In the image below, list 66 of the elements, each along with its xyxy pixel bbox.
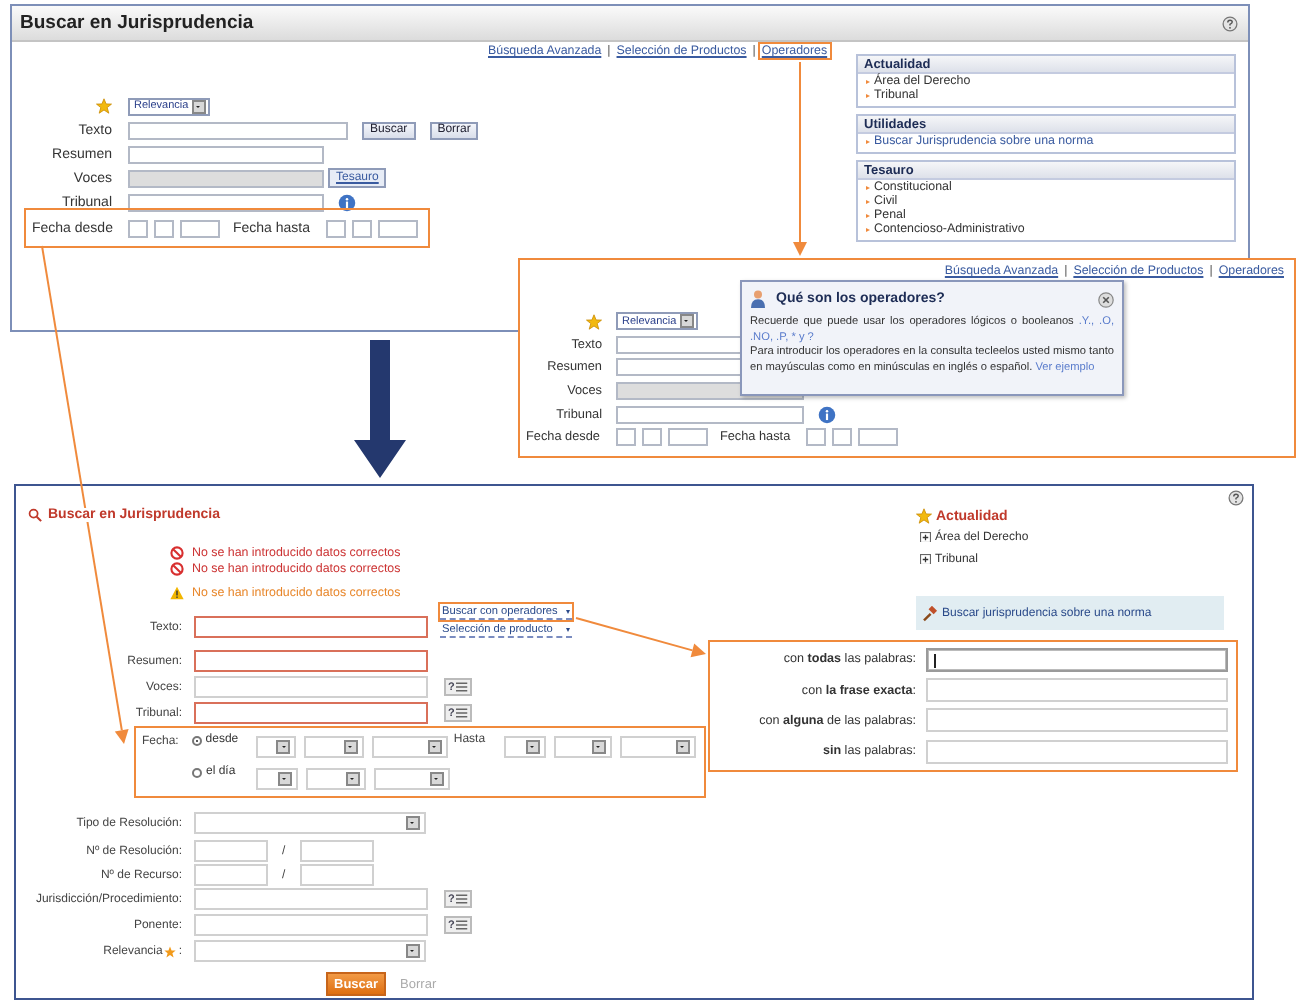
date-field[interactable] <box>128 219 149 237</box>
star-icon <box>586 313 602 330</box>
date-field[interactable] <box>832 428 853 447</box>
dropdown-field[interactable] <box>553 735 613 757</box>
text-field[interactable] <box>299 864 374 886</box>
expand-icon[interactable] <box>920 553 931 565</box>
date-field[interactable] <box>154 219 175 237</box>
text-field[interactable] <box>194 676 428 698</box>
text-field[interactable] <box>194 888 428 910</box>
text-field[interactable] <box>926 678 1228 703</box>
warning-icon <box>170 585 184 599</box>
date-field[interactable] <box>326 219 347 237</box>
text-cursor <box>934 653 936 668</box>
expand-icon[interactable] <box>920 531 931 543</box>
date-field[interactable] <box>352 219 373 237</box>
text-field[interactable] <box>128 169 324 187</box>
caret-icon <box>566 609 570 613</box>
radio-button[interactable] <box>192 767 202 777</box>
star-icon <box>96 98 112 114</box>
caret-icon <box>566 627 570 631</box>
text-field[interactable] <box>128 145 324 163</box>
text-field[interactable] <box>194 616 428 638</box>
dropdown-field[interactable] <box>374 767 450 789</box>
date-field[interactable] <box>667 428 708 447</box>
info-icon[interactable] <box>818 405 836 424</box>
text-field[interactable] <box>194 864 268 886</box>
text-field[interactable] <box>616 405 804 424</box>
dropdown-field[interactable] <box>255 735 297 757</box>
dropdown-field[interactable] <box>620 735 697 757</box>
text-field[interactable] <box>194 914 428 936</box>
dropdown-field[interactable] <box>306 767 366 789</box>
text-field[interactable] <box>926 739 1228 764</box>
text-field[interactable] <box>926 708 1228 733</box>
text-field[interactable] <box>926 647 1228 672</box>
star-icon <box>916 508 932 524</box>
dropdown-field[interactable] <box>503 735 546 757</box>
date-field[interactable] <box>858 428 899 447</box>
list-icon <box>456 894 468 904</box>
dropdown-field[interactable] <box>256 767 298 789</box>
text-field[interactable] <box>299 840 374 862</box>
text-field[interactable] <box>194 650 428 672</box>
help-icon[interactable] <box>1222 15 1238 31</box>
date-field[interactable] <box>180 219 221 237</box>
text-field[interactable] <box>128 121 348 139</box>
dropdown-field[interactable] <box>194 940 426 962</box>
list-icon <box>456 920 468 930</box>
list-icon <box>456 682 468 692</box>
window-title: Buscar en Jurisprudencia <box>20 12 254 34</box>
gavel-icon <box>922 605 938 621</box>
date-field[interactable] <box>615 428 636 447</box>
text-field[interactable] <box>194 702 428 724</box>
close-icon[interactable] <box>1098 291 1114 307</box>
date-field[interactable] <box>641 428 662 447</box>
dropdown-field[interactable] <box>372 735 448 757</box>
list-icon <box>456 708 468 718</box>
date-field[interactable] <box>806 428 827 447</box>
text-field[interactable] <box>194 840 268 862</box>
search-icon <box>28 508 42 522</box>
date-field[interactable] <box>378 219 419 237</box>
dropdown-field[interactable] <box>194 812 426 834</box>
user-icon <box>750 290 766 308</box>
down-arrow <box>354 340 406 478</box>
help-icon[interactable] <box>1228 490 1244 506</box>
info-icon[interactable] <box>338 193 356 211</box>
radio-button[interactable] <box>191 735 202 745</box>
dropdown-field[interactable] <box>304 735 365 757</box>
